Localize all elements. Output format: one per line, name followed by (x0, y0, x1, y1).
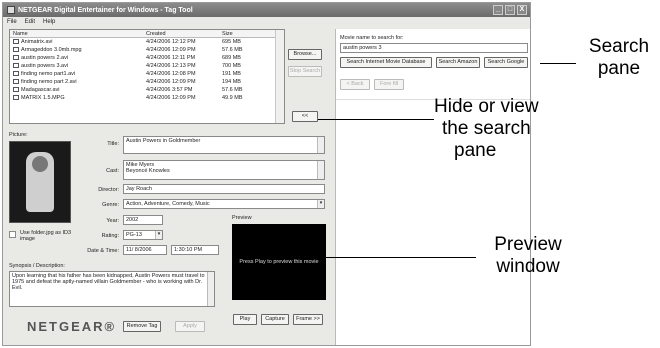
preview-label: Preview (232, 215, 252, 221)
close-button[interactable]: X (517, 5, 527, 15)
menu-bar: File Edit Help (3, 17, 530, 27)
callout-hide-view: Hide or view the search pane (434, 96, 539, 161)
date-time-label: Date & Time: (87, 248, 119, 254)
file-row[interactable]: finding nemo part1.avi 4/24/2006 12:08 PM… (10, 70, 284, 78)
genre-dropdown-arrow[interactable]: ▾ (317, 200, 324, 208)
year-field[interactable]: 2002 (123, 215, 163, 225)
forward-button[interactable]: Fore fill (374, 79, 404, 90)
remove-tag-button[interactable]: Remove Tag (123, 321, 161, 332)
title-label: Title: (107, 141, 119, 147)
rating-dropdown-arrow[interactable]: ▾ (155, 231, 162, 239)
file-row-selected[interactable]: austin powers 3.avi 4/24/2006 12:13 PM 700… (10, 62, 284, 70)
film-file-icon (13, 55, 19, 61)
genre-label: Genre: (102, 202, 119, 208)
apply-button[interactable]: Apply (175, 321, 205, 332)
window-title: NETGEAR Digital Entertainer for Windows … (18, 6, 193, 14)
cast-label: Cast: (106, 168, 119, 174)
director-label: Director: (98, 187, 119, 193)
toggle-search-pane-button[interactable]: << (292, 111, 318, 122)
picture-label: Picture: (9, 132, 28, 138)
film-file-icon (13, 87, 19, 93)
file-row[interactable]: Armageddon 3.0mb.mpg 4/24/2006 12:09 PM 57… (10, 46, 284, 54)
app-window: NETGEAR Digital Entertainer for Windows … (2, 2, 531, 346)
director-field[interactable]: Jay Roach (123, 184, 325, 194)
use-folder-checkbox[interactable] (9, 231, 16, 238)
genre-field[interactable]: Action, Adventure, Comedy, Music ▾ (123, 199, 325, 209)
callout-line-search (540, 63, 576, 64)
column-created[interactable]: Created (146, 31, 222, 37)
use-folder-label: Use folder.jpg as ID3 image (20, 230, 72, 242)
search-pane: Movie name to search for: austin powers … (335, 29, 530, 345)
file-row[interactable]: finding nemo part 2.avi 4/24/2006 12:09 P… (10, 78, 284, 86)
year-label: Year: (106, 218, 119, 224)
time-field[interactable]: 1:30:10 PM (171, 245, 219, 255)
play-button[interactable]: Play (233, 314, 257, 325)
menu-edit[interactable]: Edit (25, 19, 35, 25)
menu-help[interactable]: Help (43, 19, 55, 25)
preview-message: Press Play to preview this movie (239, 259, 319, 265)
file-list-header: Name Created Size (10, 30, 284, 38)
column-size[interactable]: Size (222, 31, 274, 37)
title-scroll[interactable] (317, 137, 324, 153)
file-row[interactable]: MATRIX 1.5.MPG 4/24/2006 12:09 PM 49.9 MB (10, 94, 284, 102)
file-list[interactable]: Name Created Size Animatrix.avi 4/24/2006… (9, 29, 285, 124)
search-amazon-button[interactable]: Search Amazon (436, 57, 480, 68)
stop-search-button[interactable]: Stop Search (288, 66, 322, 77)
rating-select[interactable]: PG-13 ▾ (123, 230, 163, 240)
film-file-icon (13, 95, 19, 101)
frame-button[interactable]: Frame >> (293, 314, 323, 325)
preview-window[interactable]: Press Play to preview this movie (232, 224, 326, 300)
callout-search-pane: Search pane (588, 36, 650, 79)
synopsis-field[interactable]: Upon learning that his father has been k… (9, 271, 215, 307)
search-google-button[interactable]: Search Google (484, 57, 528, 68)
menu-file[interactable]: File (7, 19, 17, 25)
search-label: Movie name to search for: (340, 35, 404, 41)
netgear-logo: NETGEAR® (27, 319, 117, 334)
poster-face (32, 156, 48, 172)
date-field[interactable]: 11/ 8/2006 (123, 245, 167, 255)
synopsis-label: Synopsis / Description: (9, 263, 65, 269)
cast-scroll[interactable] (317, 161, 324, 179)
search-imdb-button[interactable]: Search Internet Movie Database (340, 57, 432, 68)
browse-button[interactable]: Browse... (288, 49, 322, 60)
cast-field[interactable]: Mike Myers Beyoncé Knowles (123, 160, 325, 180)
film-file-icon (13, 71, 19, 77)
callout-line-hide (318, 119, 434, 120)
title-field[interactable]: Austin Powers in Goldmember (123, 136, 325, 154)
film-file-icon (13, 39, 19, 45)
capture-button[interactable]: Capture (261, 314, 289, 325)
synopsis-scroll[interactable] (207, 272, 214, 306)
title-bar: NETGEAR Digital Entertainer for Windows … (3, 3, 530, 17)
file-row[interactable]: Madagascar.avi 4/24/2006 3:57 PM 57.6 MB (10, 86, 284, 94)
callout-preview-window: Preview window (494, 234, 562, 277)
back-button[interactable]: < Back (340, 79, 370, 90)
column-name[interactable]: Name (10, 31, 146, 37)
file-row[interactable]: Animatrix.avi 4/24/2006 12:12 PM 695 MB (10, 38, 284, 46)
file-list-scrollbar[interactable] (275, 30, 284, 123)
film-file-icon (13, 79, 19, 85)
app-icon (7, 6, 15, 14)
film-file-icon (13, 63, 19, 69)
minimize-button[interactable]: _ (493, 5, 503, 15)
film-file-icon (13, 47, 19, 53)
rating-label: Rating: (101, 233, 119, 239)
movie-search-input[interactable]: austin powers 3 (340, 43, 528, 53)
file-row[interactable]: austin powers 2.avi 4/24/2006 12:11 PM 689… (10, 54, 284, 62)
movie-picture[interactable] (9, 141, 71, 223)
maximize-button[interactable]: □ (505, 5, 515, 15)
callout-line-preview (326, 257, 476, 258)
